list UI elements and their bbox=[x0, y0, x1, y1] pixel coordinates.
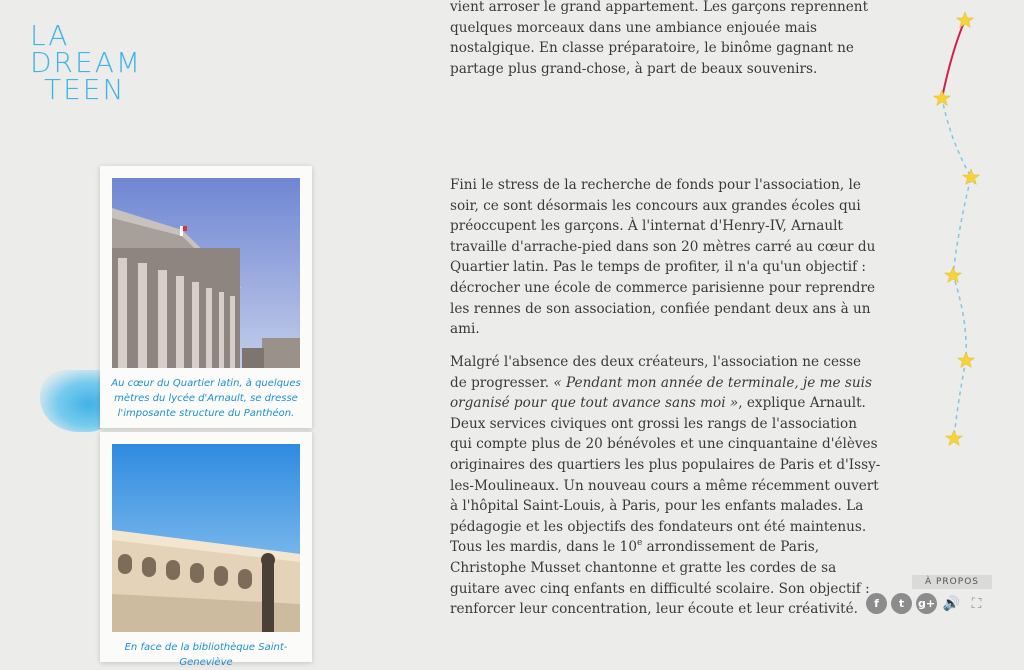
article-paragraph: Malgré l'absence des deux créateurs, l'a… bbox=[450, 352, 882, 620]
photo-caption: En face de la bibliothèque Saint-Geneviè… bbox=[124, 642, 288, 668]
article-paragraph: Fini le stress de la recherche de fonds … bbox=[450, 177, 876, 338]
fullscreen-icon[interactable]: ⛶ bbox=[966, 593, 987, 614]
twitter-icon[interactable]: t bbox=[891, 593, 912, 614]
social-bar: f t g+ 🔊 ⛶ bbox=[866, 593, 987, 614]
logo-line-2: DREAM bbox=[30, 46, 143, 79]
photo-caption: Au cœur du Quartier latin, à quelques mè… bbox=[111, 378, 301, 419]
paragraph-text: , explique Arnault. Deux services civiqu… bbox=[450, 395, 881, 556]
article-paragraph: vient arroser le grand appartement. Les … bbox=[450, 0, 869, 77]
photo-card-pantheon: Au cœur du Quartier latin, à quelques mè… bbox=[100, 166, 312, 428]
chapter-timeline bbox=[932, 11, 981, 447]
google-plus-icon[interactable]: g+ bbox=[916, 593, 937, 614]
facebook-icon[interactable]: f bbox=[866, 593, 887, 614]
star-icon[interactable] bbox=[943, 266, 963, 284]
pantheon-photo[interactable] bbox=[112, 178, 300, 368]
star-icon[interactable] bbox=[932, 89, 952, 107]
star-icon[interactable] bbox=[955, 11, 975, 29]
star-icon[interactable] bbox=[956, 351, 976, 369]
library-photo[interactable] bbox=[112, 444, 300, 632]
photo-card-library: En face de la bibliothèque Saint-Geneviè… bbox=[100, 432, 312, 668]
star-icon[interactable] bbox=[961, 168, 981, 186]
sound-icon[interactable]: 🔊 bbox=[941, 593, 962, 614]
about-link[interactable]: À PROPOS bbox=[912, 575, 992, 589]
site-logo[interactable]: LA DREAM TEEN bbox=[30, 19, 143, 106]
logo-line-3: TEEN bbox=[44, 73, 126, 106]
logo-line-1: LA bbox=[30, 19, 70, 52]
star-icon[interactable] bbox=[944, 429, 964, 447]
